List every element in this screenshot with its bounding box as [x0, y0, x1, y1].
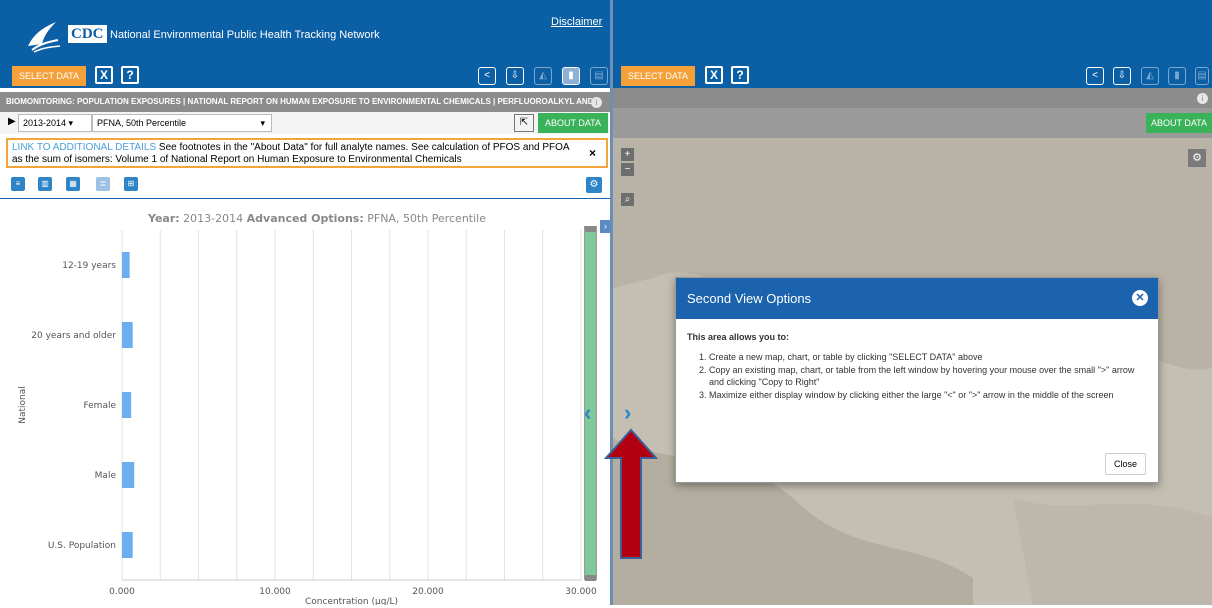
additional-details-link[interactable]: LINK TO ADDITIONAL DETAILS [12, 142, 156, 153]
chart-title-adv: PFNA, 50th Percentile [367, 212, 486, 225]
x-tick-label: 30.000 [565, 587, 597, 597]
left-about-data-button[interactable]: ABOUT DATA [538, 113, 608, 133]
category-label: U.S. Population [48, 541, 116, 551]
x-tick-label: 20.000 [412, 587, 444, 597]
info-icon[interactable]: i [591, 97, 602, 108]
x-tick-label: 10.000 [259, 587, 291, 597]
right-clear-button[interactable]: X [705, 66, 723, 84]
modal-list-item: Copy an existing map, chart, or table fr… [709, 364, 1147, 388]
bar-chart-icon[interactable]: ≡ [11, 177, 25, 191]
category-label: 12-19 years [62, 261, 116, 271]
right-select-data-button[interactable]: SELECT DATA [621, 66, 696, 86]
grouped-bar-icon[interactable]: ▦ [66, 177, 80, 191]
x-axis-label: Concentration (µg/L) [305, 597, 398, 605]
expand-icon[interactable]: ⇱ [514, 114, 534, 132]
category-label: Female [83, 401, 116, 411]
right-download-icon[interactable]: ⇩ [1113, 67, 1131, 85]
map-search-icon[interactable]: ⌕ [621, 193, 634, 206]
modal-list: Create a new map, chart, or table by cli… [687, 351, 1147, 401]
slider-handle-bottom[interactable] [585, 575, 596, 581]
modal-list-item: Create a new map, chart, or table by cli… [709, 351, 1147, 363]
bar [122, 392, 132, 418]
modal-body: This area allows you to: Create a new ma… [676, 319, 1158, 414]
right-breadcrumb [613, 88, 1212, 108]
right-info-icon[interactable]: i [1197, 93, 1208, 104]
notice-close-button[interactable]: × [589, 146, 596, 160]
divider [0, 198, 612, 199]
table-view-icon[interactable]: ▤ [590, 67, 608, 85]
slider-handle-top[interactable] [585, 226, 596, 232]
modal-intro: This area allows you to: [687, 332, 790, 342]
right-table-view-icon[interactable]: ▤ [1195, 67, 1209, 85]
bar [122, 252, 130, 278]
year-select[interactable]: 2013-2014 ▾ [18, 114, 92, 132]
bar-chart: 12-19 years 20 years and older Female Male U… [18, 230, 597, 605]
breadcrumb-text: BIOMONITORING: POPULATION EXPOSURES | NA… [6, 97, 601, 106]
chart-view-icon[interactable]: ▮ [562, 67, 580, 85]
modal-close-button[interactable]: Close [1105, 453, 1147, 475]
bar [122, 322, 133, 348]
zoom-out-icon[interactable]: − [621, 163, 634, 176]
bar [122, 532, 133, 558]
left-select-data-button[interactable]: SELECT DATA [12, 66, 87, 86]
measure-select[interactable]: PFNA, 50th Percentile ▾ [92, 114, 272, 132]
chart-settings-icon[interactable]: ⚙ [586, 177, 602, 193]
modal-close-icon[interactable]: ✕ [1132, 290, 1148, 306]
expand-right-arrow-icon[interactable]: › [624, 400, 631, 426]
right-header-bar [613, 0, 1212, 64]
modal-list-item: Maximize either display window by clicki… [709, 389, 1147, 401]
expand-left-arrow-icon[interactable]: ‹ [584, 400, 591, 426]
zoom-in-icon[interactable]: + [621, 148, 634, 161]
map-settings-icon[interactable]: ⚙ [1188, 149, 1206, 167]
left-clear-button[interactable]: X [95, 66, 113, 84]
compare-icon[interactable]: ⊞ [124, 177, 138, 191]
right-about-data-button[interactable]: ABOUT DATA [1146, 113, 1212, 133]
right-share-icon[interactable]: < [1086, 67, 1104, 85]
category-label: 20 years and older [31, 331, 116, 341]
chart-title: Year: 2013-2014 Advanced Options: PFNA, … [148, 212, 486, 225]
right-filter-row [613, 108, 1212, 138]
bar [122, 462, 135, 488]
cdc-logo: CDC [68, 25, 107, 43]
red-up-arrow-icon [604, 428, 658, 559]
line-chart-icon[interactable]: ≣ [96, 177, 110, 191]
chart-title-adv-label: Advanced Options: [246, 212, 364, 225]
measure-select-value: PFNA, 50th Percentile [97, 118, 187, 128]
category-label: Male [95, 471, 117, 481]
copy-right-arrow-icon[interactable]: › [600, 220, 611, 233]
map-view-icon[interactable]: ◭ [534, 67, 552, 85]
chart-title-year: 2013-2014 [183, 212, 244, 225]
share-icon[interactable]: < [478, 67, 496, 85]
y-axis-label: National [18, 386, 28, 424]
hhs-eagle-logo [28, 22, 61, 53]
left-breadcrumb: BIOMONITORING: POPULATION EXPOSURES | NA… [0, 92, 612, 112]
details-notice: LINK TO ADDITIONAL DETAILS See footnotes… [6, 138, 608, 168]
right-chart-view-icon[interactable]: ▮ [1168, 67, 1186, 85]
app-title: National Environmental Public Health Tra… [110, 29, 380, 41]
x-tick-label: 0.000 [109, 587, 135, 597]
play-icon[interactable]: ▶ [8, 116, 16, 127]
modal-header: Second View Options [676, 278, 1158, 319]
right-map-view-icon[interactable]: ◭ [1141, 67, 1159, 85]
download-icon[interactable]: ⇩ [506, 67, 524, 85]
second-view-modal: Second View Options ✕ This area allows y… [675, 277, 1159, 483]
year-select-value: 2013-2014 [23, 118, 67, 128]
left-help-button[interactable]: ? [121, 66, 139, 84]
disclaimer-link[interactable]: Disclaimer [551, 16, 602, 28]
right-help-button[interactable]: ? [731, 66, 749, 84]
modal-title: Second View Options [687, 291, 812, 306]
stacked-bar-icon[interactable]: ▥ [38, 177, 52, 191]
chart-title-year-label: Year: [148, 212, 180, 225]
